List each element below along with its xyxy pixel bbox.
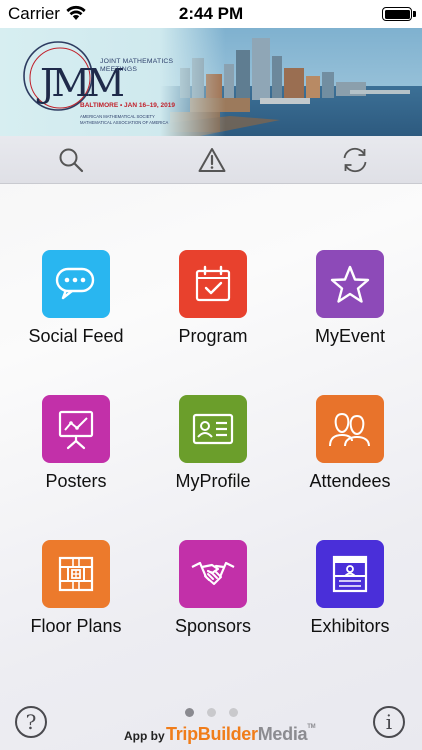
calendar-check-icon (195, 265, 231, 302)
people-icon (329, 412, 370, 447)
tile-program[interactable]: Program (148, 250, 278, 370)
tile-myevent-icon-box (316, 250, 384, 318)
brand-trip: TripBuilder (166, 724, 258, 744)
floor-plan-icon (58, 556, 94, 592)
tile-myprofile[interactable]: MyProfile (148, 395, 278, 515)
tile-exhibitors[interactable]: Exhibitors (285, 540, 415, 660)
battery-tip (413, 11, 416, 17)
id-card-icon (192, 413, 234, 445)
tile-exhibitors-label: Exhibitors (310, 616, 390, 636)
tile-program-icon-box (179, 250, 247, 318)
page-dot[interactable] (207, 708, 216, 717)
jmm-logo: JMM JOINT MATHEMATICS MEETINGS BALTIMORE… (18, 36, 178, 132)
tile-floor-plans-icon-box (42, 540, 110, 608)
toolbar (0, 136, 422, 184)
presentation-board-icon (58, 410, 94, 450)
tile-myevent-label: MyEvent (314, 326, 386, 346)
logo-title: JOINT MATHEMATICS MEETINGS (100, 58, 174, 73)
tile-floor-plans[interactable]: Floor Plans (11, 540, 141, 660)
tile-attendees-icon-box (316, 395, 384, 463)
logo-societies: AMERICAN MATHEMATICAL SOCIETY MATHEMATIC… (80, 114, 180, 125)
info-button[interactable]: i (373, 706, 405, 738)
tile-myprofile-icon-box (179, 395, 247, 463)
event-banner: JMM JOINT MATHEMATICS MEETINGS BALTIMORE… (0, 28, 422, 136)
page-dot[interactable] (185, 708, 194, 717)
tile-sponsors-icon-box (179, 540, 247, 608)
search-button[interactable] (54, 144, 88, 176)
tile-floor-plans-label: Floor Plans (30, 616, 122, 636)
brand-tm: TM (307, 724, 316, 730)
page-indicator[interactable] (183, 708, 239, 718)
tile-posters-label: Posters (45, 471, 107, 491)
status-bar: Carrier 2:44 PM (0, 0, 422, 28)
logo-society-maa: MATHEMATICAL ASSOCIATION OF AMERICA (80, 119, 169, 125)
tile-posters-icon-box (42, 395, 110, 463)
logo-location: BALTIMORE • JAN 16–19, 2019 (80, 102, 175, 109)
city-skyline-image (160, 28, 422, 136)
tile-posters[interactable]: Posters (11, 395, 141, 515)
sync-button[interactable] (338, 144, 372, 176)
brand-media: Media (257, 724, 308, 744)
tile-program-label: Program (178, 326, 248, 346)
sync-icon (343, 147, 367, 173)
handshake-icon (191, 561, 235, 585)
tripbuilder-media-brand[interactable]: TripBuilderMediaTM (166, 724, 316, 745)
booth-icon (332, 555, 368, 593)
battery-icon (382, 7, 412, 21)
tile-social-feed-icon-box (42, 250, 110, 318)
tile-sponsors-label: Sponsors (174, 616, 252, 636)
info-icon: i (385, 710, 393, 734)
help-button[interactable]: ? (15, 706, 47, 738)
tile-myevent[interactable]: MyEvent (285, 250, 415, 370)
tile-exhibitors-icon-box (316, 540, 384, 608)
alerts-button[interactable] (195, 144, 229, 176)
clock: 2:44 PM (178, 4, 244, 23)
help-icon: ? (25, 710, 37, 734)
search-icon (59, 148, 84, 173)
tile-myprofile-label: MyProfile (175, 471, 251, 491)
tile-social-feed[interactable]: Social Feed (11, 250, 141, 370)
alert-icon (198, 148, 226, 172)
tile-attendees[interactable]: Attendees (285, 395, 415, 515)
tile-sponsors[interactable]: Sponsors (148, 540, 278, 660)
page-dot[interactable] (229, 708, 238, 717)
star-icon (330, 265, 370, 303)
tile-attendees-label: Attendees (309, 471, 391, 491)
tile-social-feed-label: Social Feed (28, 326, 124, 346)
app-by-label: App by (124, 729, 165, 743)
chat-bubbles-icon (55, 267, 95, 300)
